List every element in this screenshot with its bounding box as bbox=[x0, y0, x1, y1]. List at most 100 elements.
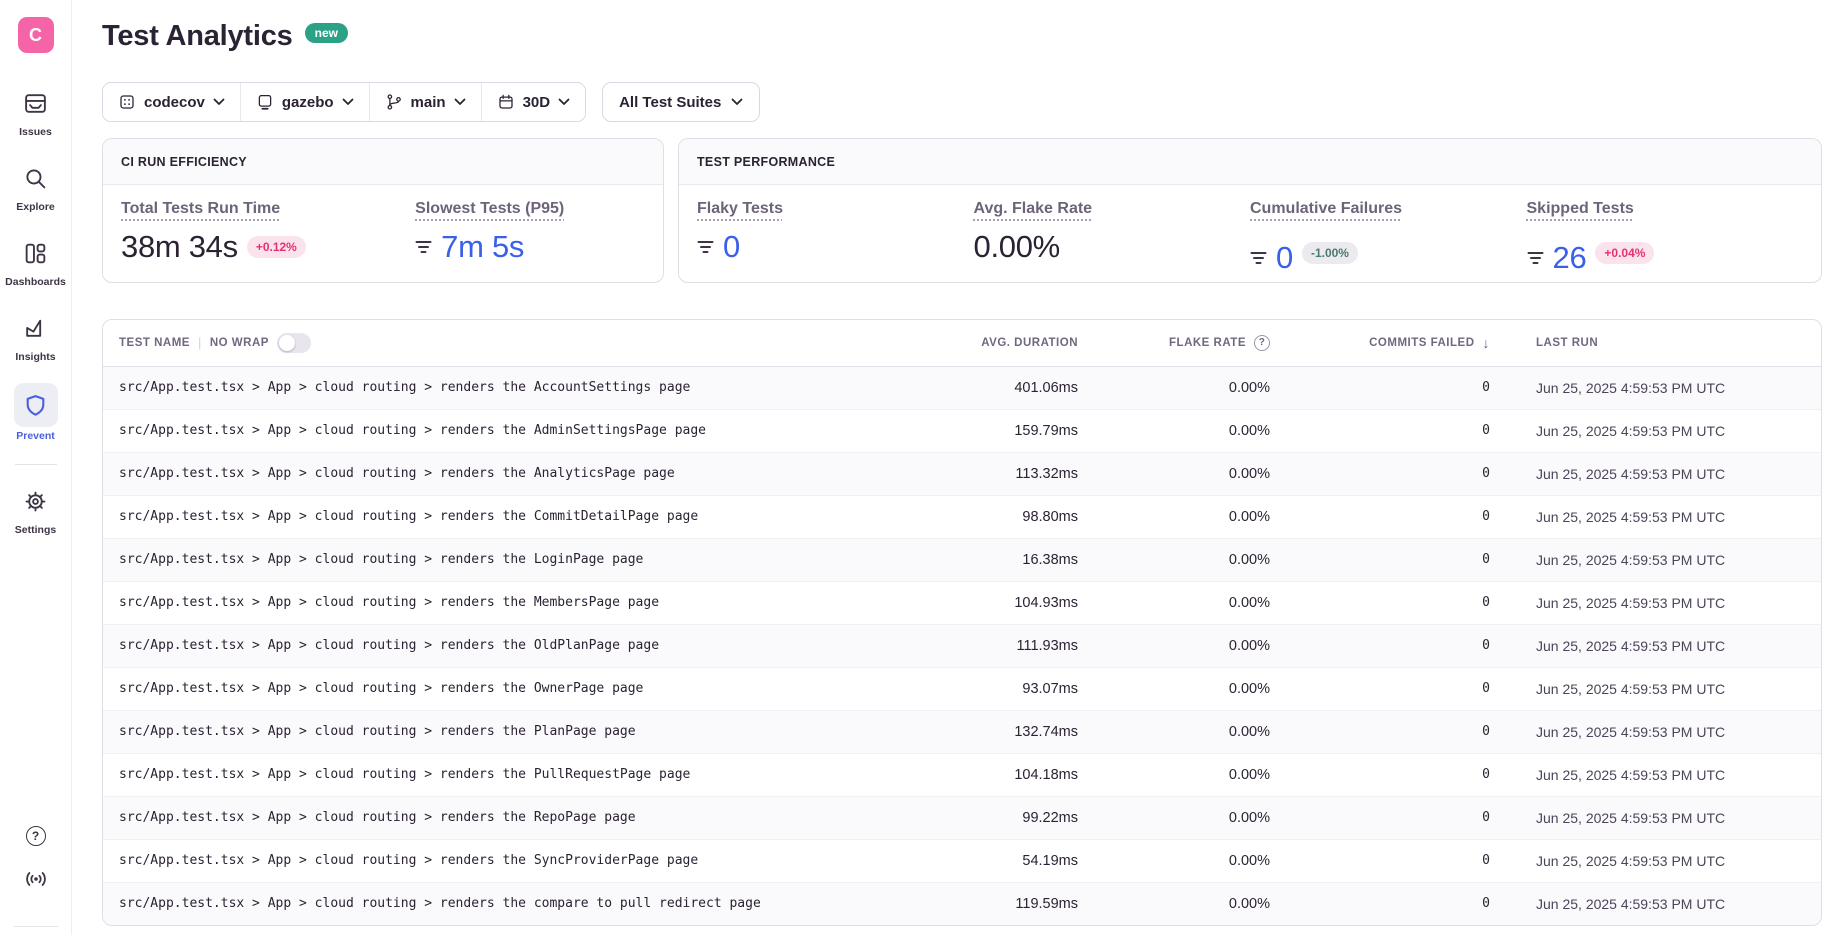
chevron-down-icon bbox=[731, 98, 743, 106]
commits-failed-header[interactable]: COMMITS FAILED ↓ bbox=[1286, 320, 1506, 366]
sidebar-item-label: Explore bbox=[16, 201, 55, 213]
avg-duration-cell: 98.80ms bbox=[909, 495, 1094, 538]
test-name-cell[interactable]: src/App.test.tsx > App > cloud routing >… bbox=[103, 796, 909, 839]
page-title: Test Analytics bbox=[102, 20, 293, 52]
test-name-cell[interactable]: src/App.test.tsx > App > cloud routing >… bbox=[103, 409, 909, 452]
last-run-cell: Jun 25, 2025 4:59:53 PM UTC bbox=[1506, 409, 1821, 452]
test-name-cell[interactable]: src/App.test.tsx > App > cloud routing >… bbox=[103, 495, 909, 538]
repo-filter-dropdown[interactable]: gazebo bbox=[240, 83, 369, 121]
issues-icon bbox=[14, 83, 58, 123]
table-header-row: TEST NAME | NO WRAP AVG. DURATION FLAKE bbox=[103, 320, 1821, 366]
chevron-down-icon bbox=[558, 98, 570, 106]
flake-rate-cell: 0.00% bbox=[1094, 581, 1286, 624]
sidebar-item-label: Dashboards bbox=[5, 276, 66, 288]
sidebar-item-issues[interactable]: Issues bbox=[14, 83, 58, 138]
sidebar-item-label: Prevent bbox=[16, 430, 55, 442]
branch-icon bbox=[385, 93, 403, 111]
table-row: src/App.test.tsx > App > cloud routing >… bbox=[103, 495, 1821, 538]
test-suites-dropdown[interactable]: All Test Suites bbox=[602, 82, 760, 122]
avg-duration-cell: 113.32ms bbox=[909, 452, 1094, 495]
table-row: src/App.test.tsx > App > cloud routing >… bbox=[103, 624, 1821, 667]
test-name-cell[interactable]: src/App.test.tsx > App > cloud routing >… bbox=[103, 624, 909, 667]
commits-failed-cell: 0 bbox=[1286, 624, 1506, 667]
test-name-cell[interactable]: src/App.test.tsx > App > cloud routing >… bbox=[103, 366, 909, 409]
search-icon bbox=[14, 158, 58, 198]
test-name-cell[interactable]: src/App.test.tsx > App > cloud routing >… bbox=[103, 538, 909, 581]
test-name-cell[interactable]: src/App.test.tsx > App > cloud routing >… bbox=[103, 882, 909, 925]
avg-duration-cell: 54.19ms bbox=[909, 839, 1094, 882]
avg-duration-cell: 111.93ms bbox=[909, 624, 1094, 667]
header-divider: | bbox=[198, 335, 202, 350]
table-row: src/App.test.tsx > App > cloud routing >… bbox=[103, 581, 1821, 624]
summary-panels: CI RUN EFFICIENCY Total Tests Run Time 3… bbox=[102, 138, 1822, 283]
commits-failed-cell: 0 bbox=[1286, 882, 1506, 925]
chevron-down-icon bbox=[213, 98, 225, 106]
filter-icon bbox=[1527, 251, 1544, 265]
flaky-tests-link[interactable]: 0 bbox=[697, 229, 974, 265]
insights-icon bbox=[14, 308, 58, 348]
metric-avg-flake-rate: Avg. Flake Rate 0.00% bbox=[974, 200, 1251, 276]
logo-letter: C bbox=[29, 25, 42, 46]
broadcast-button[interactable] bbox=[23, 868, 49, 890]
sidebar-item-label: Insights bbox=[15, 351, 55, 363]
flake-rate-info-icon[interactable]: ? bbox=[1254, 335, 1270, 351]
commits-failed-cell: 0 bbox=[1286, 366, 1506, 409]
sidebar-item-insights[interactable]: Insights bbox=[14, 308, 58, 363]
no-wrap-toggle[interactable] bbox=[277, 333, 311, 353]
test-name-cell[interactable]: src/App.test.tsx > App > cloud routing >… bbox=[103, 452, 909, 495]
flake-rate-cell: 0.00% bbox=[1094, 409, 1286, 452]
metric-value: 38m 34s bbox=[121, 229, 238, 265]
metric-value: 0 bbox=[723, 229, 740, 265]
last-run-cell: Jun 25, 2025 4:59:53 PM UTC bbox=[1506, 667, 1821, 710]
last-run-cell: Jun 25, 2025 4:59:53 PM UTC bbox=[1506, 839, 1821, 882]
metric-total-tests-run-time: Total Tests Run Time 38m 34s +0.12% bbox=[121, 200, 415, 265]
metric-label[interactable]: Cumulative Failures bbox=[1250, 200, 1402, 217]
last-run-cell: Jun 25, 2025 4:59:53 PM UTC bbox=[1506, 710, 1821, 753]
skipped-tests-link[interactable]: 26 bbox=[1527, 240, 1587, 276]
filter-icon bbox=[1250, 251, 1267, 265]
sidebar-item-dashboards[interactable]: Dashboards bbox=[5, 233, 66, 288]
org-filter-dropdown[interactable]: codecov bbox=[103, 83, 240, 121]
cumulative-failures-link[interactable]: 0 bbox=[1250, 240, 1293, 276]
test-name-cell[interactable]: src/App.test.tsx > App > cloud routing >… bbox=[103, 667, 909, 710]
ci-run-efficiency-panel: CI RUN EFFICIENCY Total Tests Run Time 3… bbox=[102, 138, 664, 283]
avg-duration-cell: 99.22ms bbox=[909, 796, 1094, 839]
calendar-icon bbox=[497, 93, 515, 111]
metric-label[interactable]: Avg. Flake Rate bbox=[974, 200, 1093, 217]
metric-label[interactable]: Slowest Tests (P95) bbox=[415, 200, 564, 217]
branch-filter-dropdown[interactable]: main bbox=[369, 83, 481, 121]
date-range-dropdown[interactable]: 30D bbox=[481, 83, 586, 121]
help-button[interactable]: ? bbox=[26, 826, 46, 846]
slowest-tests-link[interactable]: 7m 5s bbox=[415, 229, 645, 265]
test-name-cell[interactable]: src/App.test.tsx > App > cloud routing >… bbox=[103, 839, 909, 882]
codecov-logo[interactable]: C bbox=[18, 17, 54, 53]
test-name-cell[interactable]: src/App.test.tsx > App > cloud routing >… bbox=[103, 753, 909, 796]
last-run-header[interactable]: LAST RUN bbox=[1506, 320, 1821, 366]
test-table-body: src/App.test.tsx > App > cloud routing >… bbox=[103, 366, 1821, 925]
metric-label[interactable]: Skipped Tests bbox=[1527, 200, 1634, 217]
metric-value: 0.00% bbox=[974, 229, 1060, 265]
avg-duration-cell: 16.38ms bbox=[909, 538, 1094, 581]
sidebar-nav: Issues Explore bbox=[5, 83, 66, 556]
commits-failed-cell: 0 bbox=[1286, 495, 1506, 538]
sidebar-item-settings[interactable]: Settings bbox=[14, 481, 58, 536]
metric-label[interactable]: Total Tests Run Time bbox=[121, 200, 280, 217]
commits-failed-header-label: COMMITS FAILED bbox=[1369, 337, 1474, 349]
gear-icon bbox=[14, 481, 58, 521]
metric-label[interactable]: Flaky Tests bbox=[697, 200, 783, 217]
test-name-cell[interactable]: src/App.test.tsx > App > cloud routing >… bbox=[103, 710, 909, 753]
commits-failed-cell: 0 bbox=[1286, 667, 1506, 710]
table-row: src/App.test.tsx > App > cloud routing >… bbox=[103, 882, 1821, 925]
app-root: C Issues bbox=[0, 0, 1845, 935]
last-run-cell: Jun 25, 2025 4:59:53 PM UTC bbox=[1506, 366, 1821, 409]
avg-duration-header[interactable]: AVG. DURATION bbox=[909, 320, 1094, 366]
avg-duration-cell: 104.18ms bbox=[909, 753, 1094, 796]
avg-duration-cell: 104.93ms bbox=[909, 581, 1094, 624]
no-wrap-label: NO WRAP bbox=[210, 337, 269, 349]
flake-rate-header[interactable]: FLAKE RATE ? bbox=[1094, 320, 1286, 366]
org-grid-icon bbox=[118, 93, 136, 111]
sidebar-item-explore[interactable]: Explore bbox=[14, 158, 58, 213]
test-name-cell[interactable]: src/App.test.tsx > App > cloud routing >… bbox=[103, 581, 909, 624]
test-name-header: TEST NAME | NO WRAP bbox=[103, 320, 909, 366]
sidebar-item-prevent[interactable]: Prevent bbox=[14, 383, 58, 442]
